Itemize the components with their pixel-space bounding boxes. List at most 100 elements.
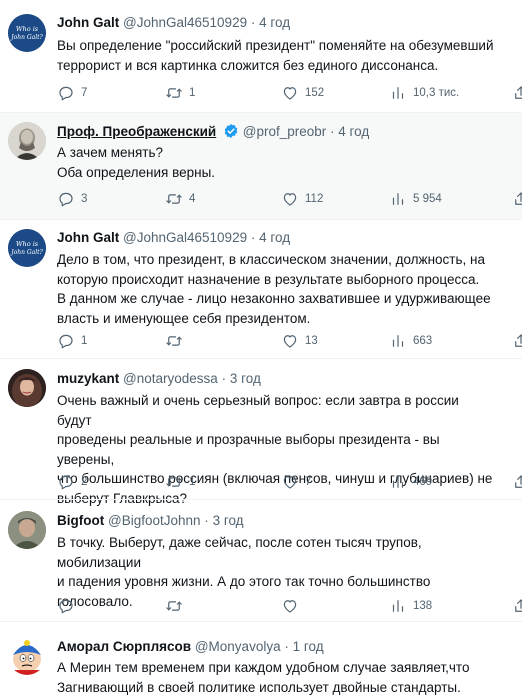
- heart-icon: [281, 597, 299, 615]
- reply-button[interactable]: 7: [57, 83, 87, 103]
- retweet-button[interactable]: 4: [165, 189, 195, 209]
- retweet-count: 1: [189, 476, 196, 488]
- like-count: 7: [305, 476, 312, 488]
- author-handle[interactable]: @JohnGal46510929: [123, 230, 247, 245]
- tweet-actions: 1 13 663: [57, 331, 497, 351]
- bar-chart-icon: [389, 473, 407, 491]
- view-count: 469: [413, 476, 433, 488]
- avatar-muzykant[interactable]: [8, 369, 46, 407]
- views-button[interactable]: 10,3 тис.: [389, 83, 459, 103]
- views-button[interactable]: 5 954: [389, 189, 442, 209]
- share-button[interactable]: [512, 472, 522, 492]
- reply-button[interactable]: 3: [57, 189, 87, 209]
- author-name[interactable]: Проф. Преображенский: [57, 124, 216, 139]
- portrait-icon: [8, 122, 46, 160]
- tweet-line: и падения уровня жизни. А до этого так т…: [57, 574, 431, 589]
- like-button[interactable]: [281, 596, 305, 616]
- author-handle[interactable]: @BigfootJohnn: [108, 513, 201, 528]
- tweet[interactable]: Bigfoot @BigfootJohnn · 3 год В точку. В…: [0, 500, 522, 621]
- author-name[interactable]: John Galt: [57, 230, 119, 245]
- reply-button[interactable]: 1: [57, 331, 87, 351]
- svg-text:Who is: Who is: [16, 240, 39, 248]
- dot-separator: ·: [330, 124, 335, 139]
- tweet-line: которую происходит назначение в результа…: [57, 271, 480, 287]
- like-count: 13: [305, 335, 318, 347]
- tweet-text: Дело в том, что президент, в классическо…: [57, 250, 497, 328]
- share-icon: [512, 84, 522, 102]
- avatar-prof-preobrazhensky[interactable]: [8, 122, 46, 160]
- views-button[interactable]: 469: [389, 472, 432, 492]
- tweet[interactable]: muzykant @notaryodessa · 3 год Очень важ…: [0, 359, 522, 506]
- portrait-icon: [8, 369, 46, 407]
- tweet-actions: 138: [57, 596, 497, 616]
- author-handle[interactable]: @Monyavolya: [195, 639, 281, 654]
- share-button[interactable]: [512, 189, 522, 209]
- tweet-line: В данном же случае - лицо незаконно захв…: [57, 291, 491, 306]
- views-button[interactable]: 138: [389, 596, 432, 616]
- avatar-bigfoot[interactable]: [8, 511, 46, 549]
- author-handle[interactable]: @prof_preobr: [243, 124, 327, 139]
- like-button[interactable]: 13: [281, 331, 318, 351]
- share-icon: [512, 473, 522, 491]
- tweet-line: В точку. Выберут, даже сейчас, после сот…: [57, 535, 422, 570]
- avatar-john-galt[interactable]: Who is John Galt?: [8, 14, 46, 52]
- like-button[interactable]: 112: [281, 189, 323, 209]
- share-button[interactable]: [512, 596, 522, 616]
- share-button[interactable]: [512, 83, 522, 103]
- tweet[interactable]: Проф. Преображенский @prof_preobr · 4 го…: [0, 113, 522, 219]
- dot-separator: ·: [284, 639, 289, 654]
- tweet-time[interactable]: 3 год: [213, 513, 244, 528]
- bar-chart-icon: [389, 332, 407, 350]
- retweet-button[interactable]: 1: [165, 472, 195, 492]
- retweet-icon: [165, 190, 183, 208]
- tweet-time[interactable]: 4 год: [259, 15, 290, 30]
- tweet-actions: 2 1 7 469: [57, 472, 497, 492]
- john-galt-logo-icon: Who is John Galt?: [8, 229, 46, 267]
- tweet[interactable]: Who is John Galt? John Galt @JohnGal4651…: [0, 0, 522, 112]
- tweet-time[interactable]: 1 год: [293, 639, 324, 654]
- author-name[interactable]: muzykant: [57, 371, 119, 386]
- bar-chart-icon: [389, 190, 407, 208]
- svg-text:Who is: Who is: [16, 25, 39, 33]
- tweet-header: Bigfoot @BigfootJohnn · 3 год: [57, 512, 244, 530]
- tweet-time[interactable]: 4 год: [338, 124, 369, 139]
- bar-chart-icon: [389, 597, 407, 615]
- retweet-button[interactable]: [165, 596, 189, 616]
- tweet-time[interactable]: 3 год: [230, 371, 261, 386]
- retweet-button[interactable]: [165, 331, 189, 351]
- tweet-time[interactable]: 4 год: [259, 230, 290, 245]
- svg-text:John Galt?: John Galt?: [9, 34, 43, 41]
- avatar-amoral-surplyasov[interactable]: [8, 637, 46, 675]
- tweet-line: Оба определения верны.: [57, 164, 216, 180]
- reply-count: 1: [81, 335, 88, 347]
- tweet-line: А Мерин тем временем при каждом удобном …: [57, 660, 470, 675]
- john-galt-logo-icon: Who is John Galt?: [8, 14, 46, 52]
- author-name[interactable]: Аморал Сюрплясов: [57, 639, 191, 654]
- reply-button[interactable]: [57, 596, 81, 616]
- tweet-line: власть и именующее себя президентом.: [57, 310, 311, 326]
- dot-separator: ·: [204, 513, 209, 528]
- share-button[interactable]: [512, 331, 522, 351]
- avatar-john-galt[interactable]: Who is John Galt?: [8, 229, 46, 267]
- tweet[interactable]: Аморал Сюрплясов @Monyavolya · 1 год А М…: [0, 622, 522, 699]
- author-handle[interactable]: @JohnGal46510929: [123, 15, 247, 30]
- tweet-text: А Мерин тем временем при каждом удобном …: [57, 658, 497, 697]
- reply-button[interactable]: 2: [57, 472, 87, 492]
- dot-separator: ·: [250, 230, 256, 245]
- like-button[interactable]: 152: [281, 83, 324, 103]
- reply-icon: [57, 190, 75, 208]
- tweet-header: muzykant @notaryodessa · 3 год: [57, 370, 261, 388]
- views-button[interactable]: 663: [389, 331, 432, 351]
- tweet[interactable]: Who is John Galt? John Galt @JohnGal4651…: [0, 220, 522, 358]
- retweet-icon: [165, 597, 183, 615]
- retweet-button[interactable]: 1: [165, 83, 195, 103]
- author-handle[interactable]: @notaryodessa: [123, 371, 218, 386]
- tweet-line: террорист и вся картинка сложится без ед…: [57, 57, 439, 73]
- author-name[interactable]: Bigfoot: [57, 513, 104, 528]
- tweet-actions: 7 1 152 10,3 тис.: [57, 83, 497, 103]
- author-name[interactable]: John Galt: [57, 15, 119, 30]
- like-button[interactable]: 7: [281, 472, 311, 492]
- retweet-icon: [165, 84, 183, 102]
- heart-icon: [281, 473, 299, 491]
- tweet-header: Проф. Преображенский @prof_preobr · 4 го…: [57, 123, 369, 141]
